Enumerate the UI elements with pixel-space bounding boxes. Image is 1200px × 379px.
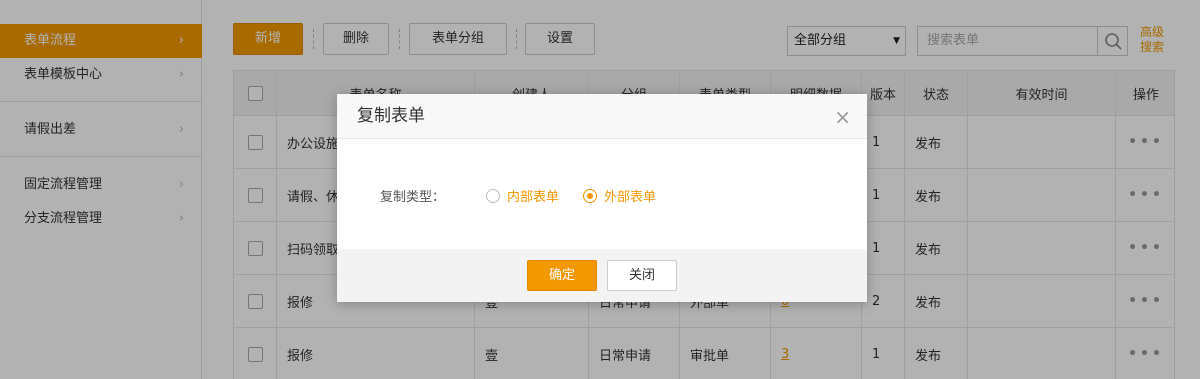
dialog-title: 复制表单 [357, 106, 425, 126]
dialog-footer: 确定 关闭 [337, 249, 867, 302]
close-icon[interactable]: × [834, 94, 851, 141]
radio-internal-form[interactable]: 内部表单 [486, 186, 559, 205]
radio-external-form[interactable]: 外部表单 [583, 186, 656, 205]
radio-label: 外部表单 [604, 190, 657, 205]
radio-checked-icon [583, 188, 597, 203]
copy-form-dialog: 复制表单 × 复制类型： 内部表单 外部表单 确定 关闭 [337, 94, 867, 302]
dialog-header: 复制表单 × [337, 94, 867, 139]
radio-label: 内部表单 [507, 190, 560, 205]
radio-circle-icon [486, 188, 500, 203]
copy-type-label: 复制类型： [380, 190, 446, 205]
close-button[interactable]: 关闭 [607, 260, 677, 291]
confirm-button[interactable]: 确定 [527, 260, 597, 291]
